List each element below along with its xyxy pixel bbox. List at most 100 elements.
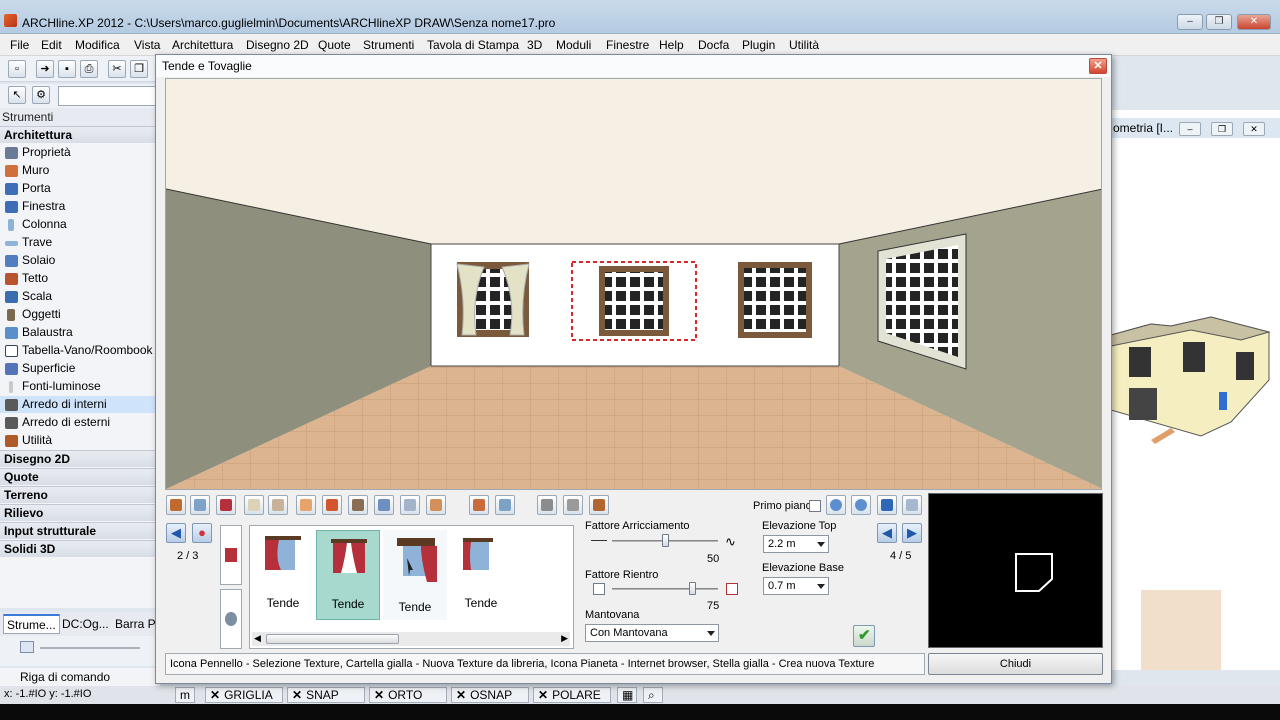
select-group-icon[interactable]: ⚙ [32,86,50,104]
category-solidi-3d[interactable]: Solidi 3D [0,540,160,557]
arricciamento-slider-thumb[interactable] [662,534,669,547]
menu-modifica[interactable]: Modifica [75,38,120,52]
menu-3d[interactable]: 3D [527,38,542,52]
lamp-texture-icon[interactable] [296,495,316,515]
glass-texture-icon[interactable] [495,495,515,515]
gallery-item-selected[interactable]: Tende [316,530,380,620]
ceiling-texture-icon[interactable] [400,495,420,515]
tool-tetto[interactable]: Tetto [0,270,160,287]
layer-field[interactable] [58,86,158,106]
back-arrow-icon[interactable]: ◀ [166,523,186,543]
calculator-icon[interactable]: ▦ [617,687,637,703]
gallery-scroll-thumb[interactable] [266,634,399,644]
picture-texture-icon[interactable] [348,495,368,515]
tab-strumenti[interactable]: Strume... [3,614,60,634]
paint-texture-icon[interactable] [322,495,342,515]
category-architettura[interactable]: Architettura [0,126,160,143]
cut-icon[interactable]: ✂ [108,60,126,78]
stool-icon[interactable] [563,495,583,515]
status-osnap[interactable]: ✕ OSNAP [451,687,529,703]
open-file-icon[interactable]: ➜ [36,60,54,78]
scroll-left-icon[interactable]: ◀ [254,633,261,644]
tool-tabella-vano[interactable]: Tabella-Vano/Roombook [0,342,160,359]
zoom-icon[interactable]: ⌕ [643,687,663,703]
tool-colonna[interactable]: Colonna [0,216,160,233]
scroll-right-icon[interactable]: ▶ [561,633,568,644]
status-snap[interactable]: ✕ SNAP [287,687,365,703]
rientro-slider-thumb[interactable] [688,582,696,595]
undo-icon[interactable] [877,495,897,515]
wall-texture-icon[interactable] [268,495,288,515]
status-units[interactable]: m [175,687,195,703]
tool-arredo-di-esterni[interactable]: Arredo di esterni [0,414,160,431]
menu-utilita[interactable]: Utilità [789,38,819,52]
brick-texture-icon[interactable] [469,495,489,515]
cabinet-icon[interactable] [589,495,609,515]
gallery-scrollbar[interactable]: ◀ ▶ [252,632,570,646]
category-quote[interactable]: Quote [0,468,160,485]
tool-balaustra[interactable]: Balaustra [0,324,160,341]
command-line[interactable]: Riga di comando [0,668,160,686]
brush-texture-button[interactable] [220,589,242,649]
curtain-category-button[interactable] [220,525,242,585]
next-profile-icon[interactable]: ▶ [902,523,922,543]
new-file-icon[interactable]: ▫ [8,60,26,78]
dialog-close-button[interactable]: ✕ [1089,58,1107,74]
export-icon[interactable] [537,495,557,515]
pointer-icon[interactable]: ↖ [8,86,26,104]
gallery-item[interactable]: Tende [449,530,513,620]
category-disegno-2d[interactable]: Disegno 2D [0,450,160,467]
tool-trave[interactable]: Trave [0,234,160,251]
menu-file[interactable]: File [10,38,29,52]
menu-quote[interactable]: Quote [318,38,351,52]
elevazione-base-select[interactable]: 0.7 m [763,577,829,595]
category-terreno[interactable]: Terreno [0,486,160,503]
primo-piano-checkbox[interactable] [809,500,821,512]
category-rilievo[interactable]: Rilievo [0,504,160,521]
tool-utilita[interactable]: Utilità [0,432,160,449]
prev-profile-icon[interactable]: ◀ [877,523,897,543]
zoom-out-icon[interactable] [851,495,871,515]
tool-scala[interactable]: Scala [0,288,160,305]
window-texture-icon[interactable] [190,495,210,515]
tool-fonti-luminose[interactable]: Fonti-luminose [0,378,160,395]
minimize-button[interactable]: – [1177,14,1203,30]
gallery-item[interactable]: Tende [383,530,447,620]
door-texture-icon[interactable] [166,495,186,515]
tool-proprieta[interactable]: Proprietà [0,144,160,161]
menu-tavola-di-stampa[interactable]: Tavola di Stampa [427,38,519,52]
menu-architettura[interactable]: Architettura [172,38,233,52]
menu-plugin[interactable]: Plugin [742,38,775,52]
copy-icon[interactable]: ❐ [130,60,148,78]
rientro-slider[interactable] [612,588,718,590]
tool-arredo-di-interni[interactable]: Arredo di interni [0,396,160,413]
curtain-texture-icon[interactable] [216,495,236,515]
print-icon[interactable]: ⎙ [80,60,98,78]
menu-vista[interactable]: Vista [134,38,160,52]
mantovana-select[interactable]: Con Mantovana [585,624,719,642]
tile-texture-icon[interactable] [426,495,446,515]
status-orto[interactable]: ✕ ORTO [369,687,447,703]
apply-button[interactable]: ✔ [853,625,875,647]
elevazione-top-select[interactable]: 2.2 m [763,535,829,553]
chiudi-button[interactable]: Chiudi [928,653,1103,675]
close-button[interactable]: ✕ [1237,14,1271,30]
menu-docfa[interactable]: Docfa [698,38,729,52]
tab-dc-oggetti[interactable]: DC:Og... [58,614,113,634]
menu-finestre[interactable]: Finestre [606,38,649,52]
menu-help[interactable]: Help [659,38,684,52]
room-3d-viewport[interactable] [165,78,1102,490]
redo-icon[interactable] [902,495,922,515]
menu-edit[interactable]: Edit [41,38,62,52]
status-polare[interactable]: ✕ POLARE [533,687,611,703]
save-icon[interactable]: ▪ [58,60,76,78]
status-griglia[interactable]: ✕ GRIGLIA [205,687,283,703]
panel-slider-icon[interactable] [20,641,34,653]
restore-button[interactable]: ❐ [1206,14,1232,30]
globe-browser-icon[interactable]: ● [192,523,212,543]
menu-moduli[interactable]: Moduli [556,38,591,52]
tool-muro[interactable]: Muro [0,162,160,179]
tool-superficie[interactable]: Superficie [0,360,160,377]
menu-disegno-2d[interactable]: Disegno 2D [246,38,309,52]
tool-oggetti[interactable]: Oggetti [0,306,160,323]
